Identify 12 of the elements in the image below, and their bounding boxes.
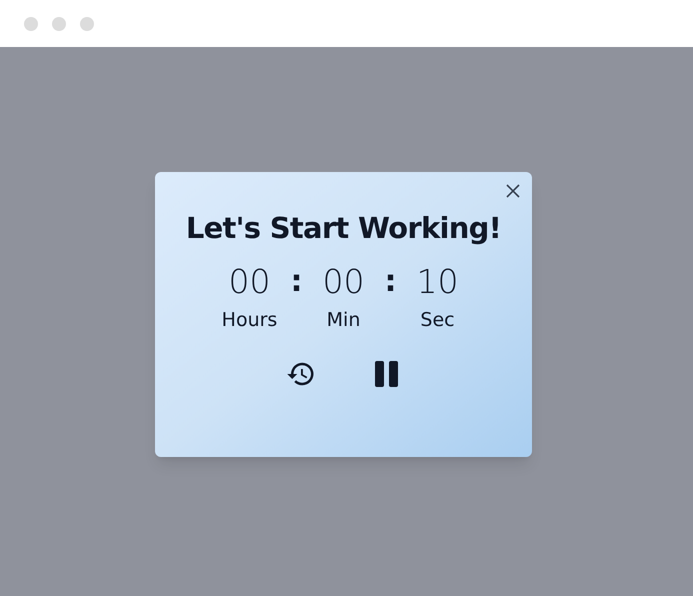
time-value: 00 — [322, 262, 364, 302]
time-value: 00 — [228, 262, 270, 302]
time-value: 10 — [416, 262, 458, 302]
time-unit-label: Sec — [420, 308, 455, 332]
dialog-title: Let's Start Working! — [186, 210, 502, 246]
time-separator: : — [384, 263, 396, 301]
pause-icon — [374, 360, 400, 388]
time-unit-label: Min — [326, 308, 360, 332]
time-separator: : — [290, 263, 302, 301]
time-unit-label: Hours — [222, 308, 278, 332]
close-icon — [506, 184, 520, 198]
close-button[interactable] — [504, 182, 522, 200]
